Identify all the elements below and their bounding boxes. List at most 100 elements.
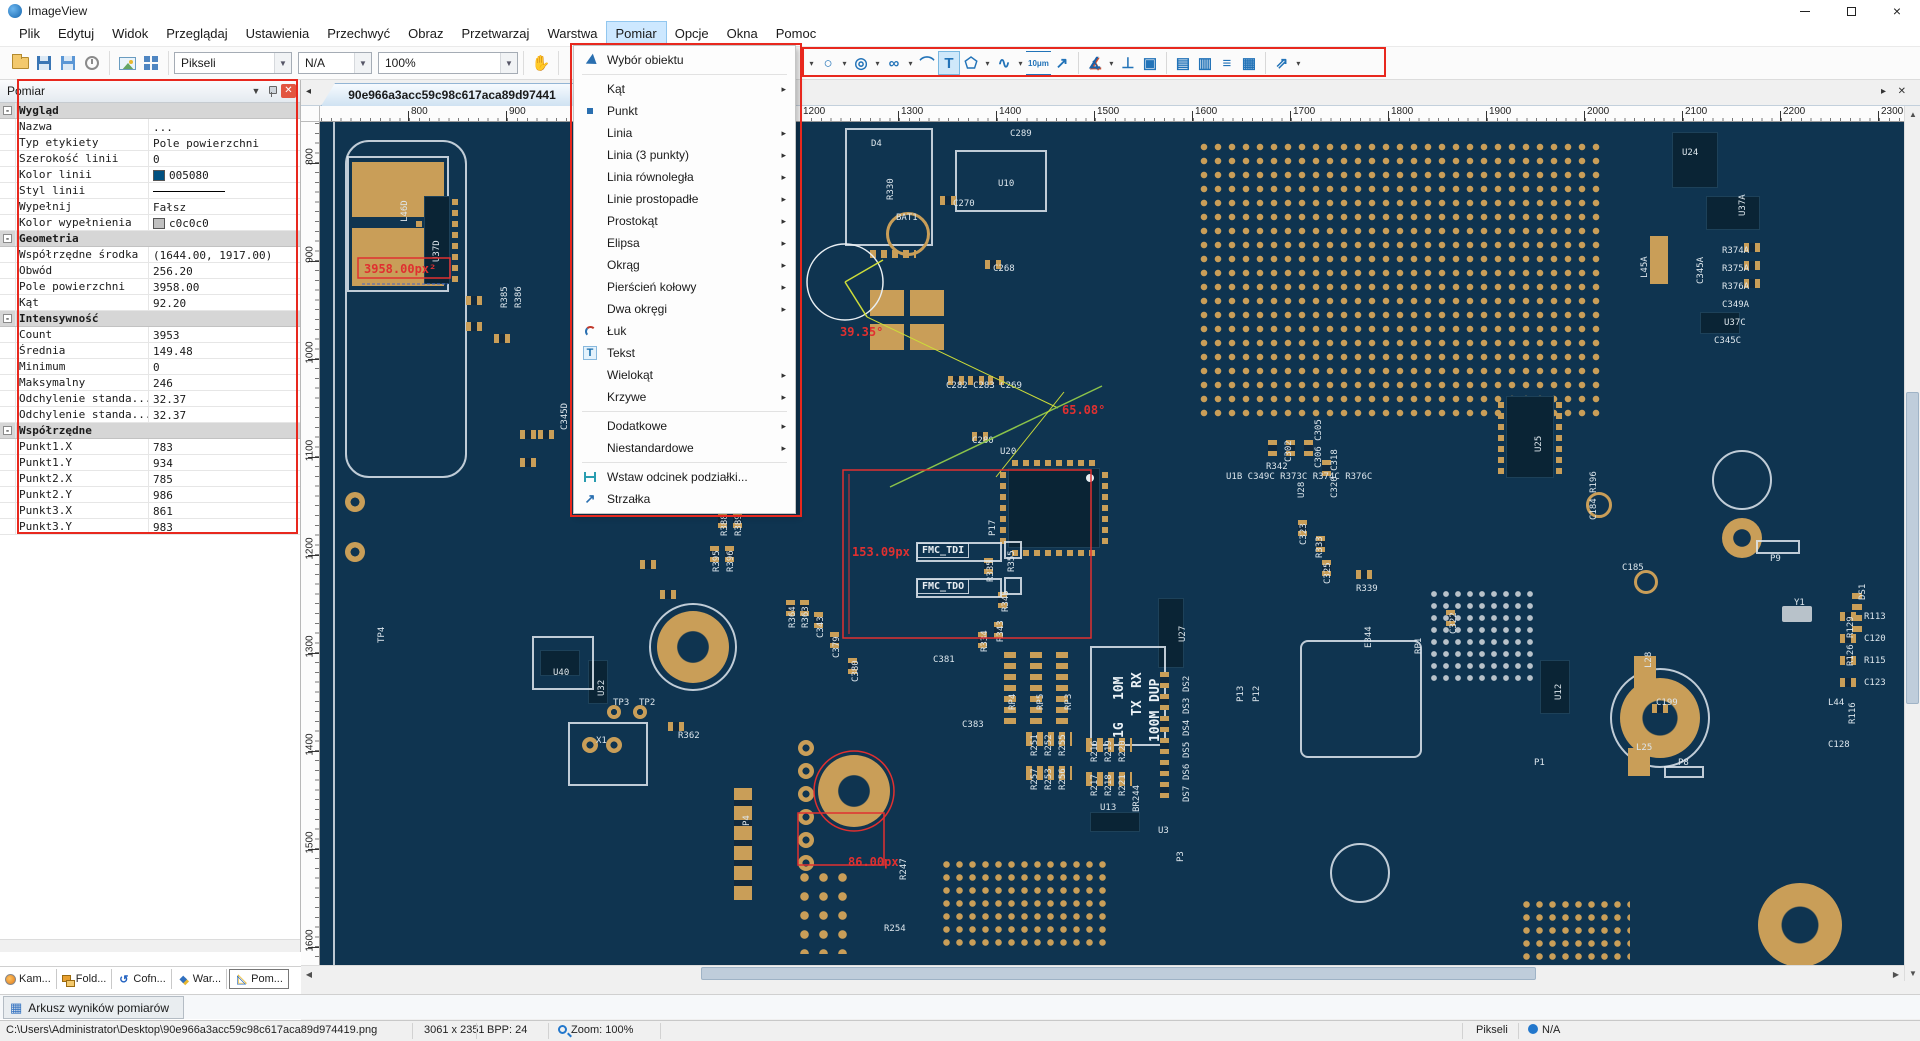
menu-item-wybór-obiektu[interactable]: Wybór obiektu [574,49,795,71]
align-tool-icon[interactable]: ≡ [1216,51,1238,75]
menu-item-łuk[interactable]: Łuk [574,320,795,342]
image-overlay-tool-icon[interactable]: ▥ [1194,51,1216,75]
circle-tool-dropdown-icon[interactable]: ▾ [839,59,850,68]
menubar-item-warstwa[interactable]: Warstwa [538,22,606,46]
property-row-typ-etykiety[interactable]: Typ etykietyPole powierzchni [0,135,300,151]
vertical-scroll-thumb[interactable] [1906,392,1919,704]
property-row-pole-powierzchni[interactable]: Pole powierzchni3958.00 [0,279,300,295]
menubar-item-edytuj[interactable]: Edytuj [49,22,103,46]
arrow-tool-icon[interactable]: ↗ [1051,51,1073,75]
chevron-down-icon[interactable]: ▼ [274,53,291,73]
menu-item-strzałka[interactable]: Strzałka [574,488,795,510]
dock-tab-pom[interactable]: Pom... [229,969,289,989]
menu-item-elipsa[interactable]: Elipsa▸ [574,232,795,254]
panel-menu-icon[interactable]: ▼ [249,86,263,96]
more-dropdown-icon[interactable]: ▾ [1293,59,1304,68]
menubar-item-obraz[interactable]: Obraz [399,22,452,46]
menubar-item-opcje[interactable]: Opcje [666,22,718,46]
property-row-nazwa[interactable]: Nazwa... [0,119,300,135]
selection-dropdown-icon[interactable]: ▾ [806,59,817,68]
menu-item-wielokąt[interactable]: Wielokąt▸ [574,364,795,386]
tab-scroll-left-icon[interactable]: ◂ [306,86,311,97]
close-button[interactable]: × [1874,0,1920,22]
maximize-button[interactable] [1828,0,1874,22]
menubar-item-okna[interactable]: Okna [718,22,767,46]
concentric-circles-tool-dropdown-icon[interactable]: ▾ [872,59,883,68]
dock-tab-fold[interactable]: Fold... [57,969,113,989]
menu-item-krzywe[interactable]: Krzywe▸ [574,386,795,408]
dock-tab-war[interactable]: War... [172,969,227,989]
menubar-item-pomiar[interactable]: Pomiar [607,22,666,46]
polygon-tool-dropdown-icon[interactable]: ▾ [982,59,993,68]
property-row-punkt3-x[interactable]: Punkt3.X861 [0,503,300,519]
menu-item-wstaw-odcinek-podziałki[interactable]: Wstaw odcinek podziałki... [574,466,795,488]
dock-tab-kam[interactable]: Kam... [0,969,57,989]
property-row-styl-linii[interactable]: Styl linii [0,183,300,199]
menubar-item-przeglądaj[interactable]: Przeglądaj [157,22,236,46]
property-row-minimum[interactable]: Minimum0 [0,359,300,375]
minimize-button[interactable] [1782,0,1828,22]
property-row-obwód[interactable]: Obwód256.20 [0,263,300,279]
property-section-współrzędne[interactable]: -Współrzędne [0,423,300,439]
table-tool-icon[interactable]: ▦ [1238,51,1260,75]
two-circles-tool-icon[interactable]: ∞ [883,51,905,75]
property-row-punkt2-x[interactable]: Punkt2.X785 [0,471,300,487]
menu-item-linie-prostopadłe[interactable]: Linie prostopadłe▸ [574,188,795,210]
collapse-icon[interactable]: - [3,426,12,435]
menubar-item-ustawienia[interactable]: Ustawienia [237,22,319,46]
menu-item-dodatkowe[interactable]: Dodatkowe▸ [574,415,795,437]
panel-close-icon[interactable]: ✕ [281,84,296,98]
property-section-geometria[interactable]: -Geometria [0,231,300,247]
menu-item-prostokąt[interactable]: Prostokąt▸ [574,210,795,232]
menu-item-kąt[interactable]: Kąt▸ [574,78,795,100]
tab-scroll-right-icon[interactable]: ▸ [1881,86,1886,97]
chevron-down-icon[interactable]: ▼ [354,53,371,73]
unit-combo[interactable]: Pikseli ▼ [174,52,292,74]
pin-icon[interactable] [267,85,277,97]
level-tool-icon[interactable]: ⊥ [1117,51,1139,75]
image-tab[interactable]: 90e966a3acc59c98c617aca89d97441 [321,83,583,106]
scroll-left-icon[interactable]: ◀ [301,966,317,982]
menu-item-linia-równoległa[interactable]: Linia równoległa▸ [574,166,795,188]
property-row-kąt[interactable]: Kąt92.20 [0,295,300,311]
save-icon[interactable] [32,51,56,75]
menubar-item-plik[interactable]: Plik [10,22,49,46]
collapse-icon[interactable]: - [3,106,12,115]
collapse-icon[interactable]: - [3,234,12,243]
dock-tab-cofn[interactable]: Cofn... [112,969,171,989]
menubar-item-widok[interactable]: Widok [103,22,157,46]
menu-item-linia[interactable]: Linia▸ [574,122,795,144]
property-row-odchylenie-standa[interactable]: Odchylenie standa...32.37 [0,391,300,407]
property-row-punkt3-y[interactable]: Punkt3.Y983 [0,519,300,535]
polygon-tool-icon[interactable]: ⬠ [960,51,982,75]
menu-item-pierścień-kołowy[interactable]: Pierścień kołowy▸ [574,276,795,298]
menu-item-tekst[interactable]: Tekst [574,342,795,364]
angle-measure-tool-dropdown-icon[interactable]: ▾ [1106,59,1117,68]
horizontal-scrollbar[interactable]: ◀ ▶ [301,965,1904,981]
property-section-intensywność[interactable]: -Intensywność [0,311,300,327]
menu-item-punkt[interactable]: Punkt [574,100,795,122]
concentric-circles-tool-icon[interactable]: ◎ [850,51,872,75]
scroll-up-icon[interactable]: ▲ [1905,106,1920,122]
curve-tool-dropdown-icon[interactable]: ▾ [1015,59,1026,68]
panel-scrollbar[interactable] [0,939,300,952]
export-tool-icon[interactable]: ⇗ [1271,51,1293,75]
property-row-wypełnij[interactable]: WypełnijFałsz [0,199,300,215]
menu-item-okrąg[interactable]: Okrąg▸ [574,254,795,276]
save-as-icon[interactable] [56,51,80,75]
property-row-punkt1-y[interactable]: Punkt1.Y934 [0,455,300,471]
property-row-kolor-linii[interactable]: Kolor linii005080 [0,167,300,183]
image-icon[interactable] [115,51,139,75]
menu-item-dwa-okręgi[interactable]: Dwa okręgi▸ [574,298,795,320]
property-row-punkt2-y[interactable]: Punkt2.Y986 [0,487,300,503]
two-circles-tool-dropdown-icon[interactable]: ▾ [905,59,916,68]
curve-tool-icon[interactable]: ∿ [993,51,1015,75]
image-canvas[interactable]: 3958.00px² 39.35° 65.08° 153.09px 86.00p… [320,122,1904,965]
property-section-wygląd[interactable]: -Wygląd [0,103,300,119]
pan-hand-icon[interactable]: ✋ [529,51,553,75]
property-row-punkt1-x[interactable]: Punkt1.X783 [0,439,300,455]
property-row-odchylenie-standa[interactable]: Odchylenie standa...32.37 [0,407,300,423]
menu-item-niestandardowe[interactable]: Niestandardowe▸ [574,437,795,459]
horizontal-scroll-thumb[interactable] [701,967,1536,980]
history-icon[interactable] [80,51,104,75]
